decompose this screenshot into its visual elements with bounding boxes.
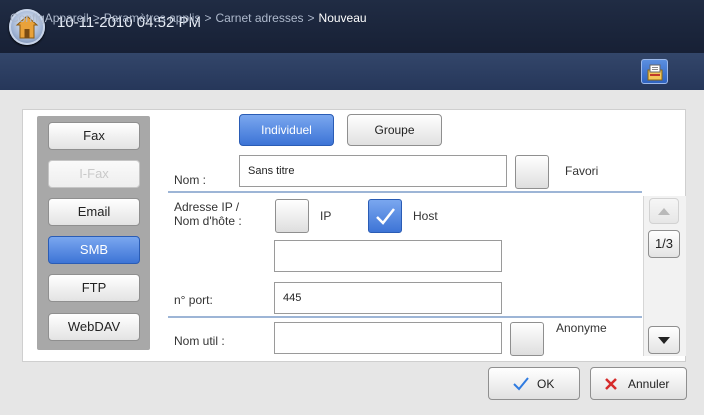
section-divider xyxy=(168,191,642,193)
host-checkbox[interactable] xyxy=(368,199,402,233)
breadcrumb-item[interactable]: Paramètres applis xyxy=(104,11,201,25)
ok-label: OK xyxy=(537,377,555,391)
individual-toggle[interactable]: Individuel xyxy=(239,114,334,146)
favorite-label: Favori xyxy=(565,164,599,178)
favorite-checkbox[interactable] xyxy=(515,155,549,189)
breadcrumb-bar xyxy=(0,53,704,90)
name-field[interactable]: Sans titre xyxy=(239,155,507,187)
breadcrumb-current: Nouveau xyxy=(318,11,367,25)
user-field[interactable] xyxy=(274,322,502,354)
type-button-webdav[interactable]: WebDAV xyxy=(48,313,140,341)
arrow-down-icon xyxy=(658,337,670,344)
anonymous-label: Anonyme xyxy=(556,321,607,335)
type-button-smb[interactable]: SMB xyxy=(48,236,140,264)
cancel-label: Annuler xyxy=(628,377,670,391)
anonymous-checkbox[interactable] xyxy=(510,322,544,356)
breadcrumb: ConfigAppareil > Paramètres applis > Carnet … xyxy=(10,11,367,25)
check-icon xyxy=(376,208,395,225)
host-label: Host xyxy=(413,209,438,223)
port-field[interactable]: 445 xyxy=(274,282,502,314)
check-icon xyxy=(513,377,529,391)
type-button-ftp[interactable]: FTP xyxy=(48,274,140,302)
address-book-icon xyxy=(647,64,663,81)
name-label: Nom : xyxy=(174,173,207,187)
close-icon xyxy=(605,378,617,390)
type-button-ifax: I-Fax xyxy=(48,160,140,188)
breadcrumb-separator: > xyxy=(92,11,100,25)
address-label-line1: Adresse IP / xyxy=(174,200,240,214)
ip-checkbox[interactable] xyxy=(275,199,309,233)
user-label: Nom util : xyxy=(174,334,225,348)
address-book-button[interactable] xyxy=(641,59,668,84)
type-button-fax[interactable]: Fax xyxy=(48,122,140,150)
scroll-up-button[interactable] xyxy=(649,198,679,224)
section-divider xyxy=(168,316,642,318)
group-toggle[interactable]: Groupe xyxy=(347,114,442,146)
arrow-up-icon xyxy=(658,208,670,215)
breadcrumb-separator: > xyxy=(204,11,212,25)
host-field[interactable] xyxy=(274,240,502,272)
address-label-line2: Nom d'hôte : xyxy=(174,214,242,228)
breadcrumb-item[interactable]: ConfigAppareil xyxy=(10,11,89,25)
port-label: n° port: xyxy=(174,293,213,307)
page-indicator: 1/3 xyxy=(648,230,680,258)
scroll-down-button[interactable] xyxy=(648,326,680,354)
ok-button[interactable]: OK xyxy=(488,367,580,400)
ip-label: IP xyxy=(320,209,332,223)
breadcrumb-separator: > xyxy=(307,11,315,25)
type-button-email[interactable]: Email xyxy=(48,198,140,226)
cancel-button[interactable]: Annuler xyxy=(590,367,687,400)
breadcrumb-item[interactable]: Carnet adresses xyxy=(215,11,303,25)
